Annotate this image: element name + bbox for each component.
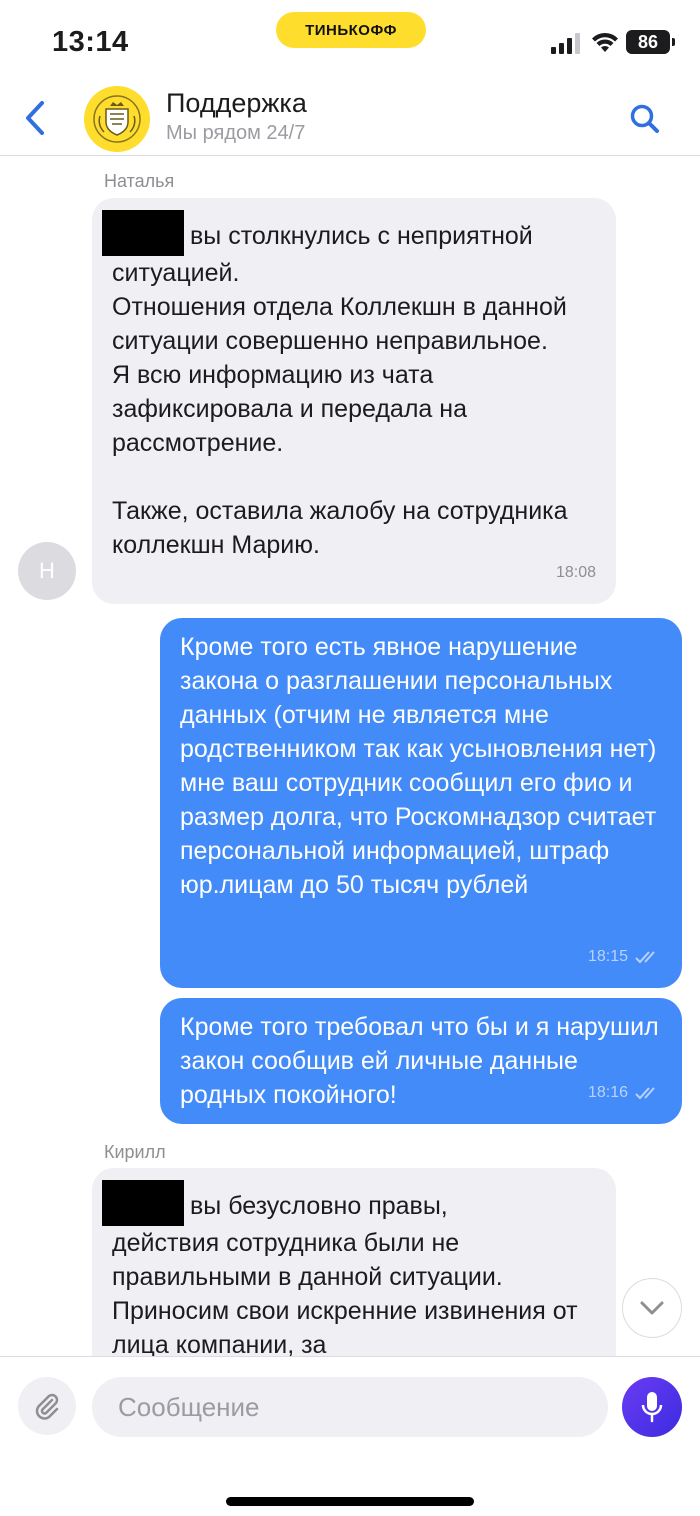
message-text: Кроме того есть явное нарушение закона о…: [180, 633, 657, 899]
chat-header: Поддержка Мы рядом 24/7: [0, 82, 700, 156]
back-button[interactable]: [14, 94, 56, 142]
wifi-icon: [592, 32, 618, 52]
message-first-line: вы столкнулись с неприятной: [190, 222, 533, 250]
home-indicator: [226, 1497, 474, 1506]
read-checkmarks-icon: [635, 951, 655, 964]
battery-indicator: 86: [626, 30, 675, 54]
search-button[interactable]: [622, 96, 668, 142]
read-checkmarks-icon: [635, 1087, 655, 1100]
microphone-icon: [641, 1392, 663, 1423]
sender-avatar[interactable]: Н: [18, 542, 76, 600]
chevron-left-icon: [26, 101, 44, 135]
scroll-to-bottom-button[interactable]: [622, 1278, 682, 1338]
message-text: вы безусловно правы,: [102, 1180, 596, 1226]
message-time: 18:15: [587, 948, 628, 965]
bank-logo-avatar[interactable]: [84, 86, 150, 152]
coat-of-arms-icon: [93, 95, 141, 143]
carrier-pill: ТИНЬКОФФ: [276, 12, 426, 48]
chat-title: Поддержка: [166, 88, 307, 118]
status-bar: 13:14 ТИНЬКОФФ 86: [0, 0, 700, 82]
message-time: 18:16: [587, 1084, 628, 1101]
message-text: вы столкнулись с неприятной: [102, 210, 596, 256]
redacted-name: [102, 210, 184, 256]
message-text: ситуацией. Отношения отдела Коллекшн в д…: [112, 259, 568, 559]
message-input[interactable]: [92, 1377, 608, 1437]
message-time: 18:08: [555, 564, 596, 581]
message-input-bar: [0, 1356, 700, 1516]
message-meta: 18:15: [588, 940, 662, 974]
microphone-button[interactable]: [622, 1377, 682, 1437]
search-icon: [630, 104, 659, 133]
message-meta: 18:08: [556, 556, 596, 590]
attach-button[interactable]: [18, 1377, 76, 1435]
chevron-down-icon: [640, 1301, 664, 1315]
sender-name: Кирилл: [104, 1142, 166, 1162]
outgoing-message[interactable]: Кроме того есть явное нарушение закона о…: [160, 618, 682, 988]
sender-name: Наталья: [104, 171, 175, 191]
message-first-line: вы безусловно правы,: [190, 1192, 448, 1220]
message-meta: 18:16: [588, 1076, 662, 1110]
cellular-signal-icon: [551, 33, 580, 54]
status-time: 13:14: [52, 26, 129, 58]
incoming-message[interactable]: вы столкнулись с неприятной ситуацией. О…: [92, 198, 616, 604]
outgoing-message[interactable]: Кроме того требовал что бы и я нарушил з…: [160, 998, 682, 1124]
message-text: действия сотрудника были не правильными …: [112, 1229, 578, 1359]
chat-subtitle: Мы рядом 24/7: [166, 122, 306, 144]
paperclip-icon: [35, 1393, 59, 1420]
redacted-name: [102, 1180, 184, 1226]
